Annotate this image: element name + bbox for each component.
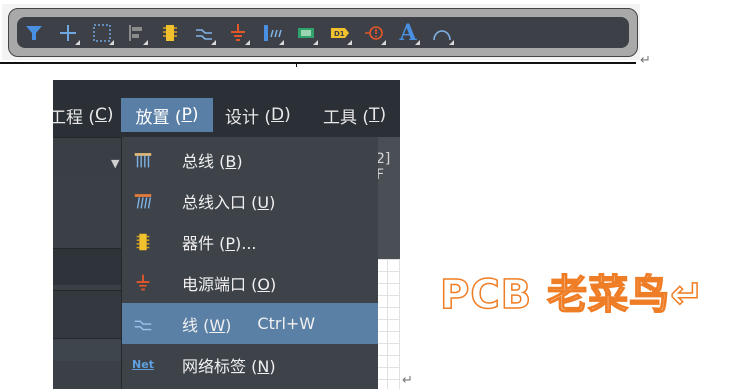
- menu-item-bus-entry[interactable]: 总线入口 (U): [122, 180, 378, 221]
- component-icon: [130, 229, 156, 255]
- power-port-button[interactable]: [221, 17, 255, 48]
- document-tab-strip: 2] F: [375, 137, 400, 389]
- toolbar-button-strip: D1 A: [17, 17, 629, 48]
- dropdown-corner-icon: [211, 40, 216, 45]
- filter-button[interactable]: [17, 17, 51, 48]
- text-button[interactable]: A: [391, 17, 425, 48]
- svg-text:D1: D1: [334, 30, 345, 38]
- panel-row: [53, 338, 123, 361]
- dropdown-corner-icon: [75, 40, 80, 45]
- component-icon: [163, 24, 177, 41]
- menu-item-shortcut: Ctrl+W: [257, 314, 316, 333]
- divider-line: [0, 62, 636, 64]
- menu-design-label: 设计 (: [225, 107, 272, 128]
- menu-item-bus[interactable]: 总线 (B): [122, 139, 378, 180]
- toolbar: D1 A: [8, 8, 638, 57]
- dropdown-corner-icon: [245, 40, 250, 45]
- document-tab[interactable]: 2] F: [376, 151, 400, 183]
- menu-design-key: D: [271, 105, 285, 125]
- menu-project-key: C: [95, 105, 107, 125]
- dropdown-corner-icon: [415, 40, 420, 45]
- arc-button[interactable]: [425, 17, 459, 48]
- net-label-icon: Net: [132, 358, 154, 371]
- bus-entry-icon: [130, 188, 156, 214]
- device-sheet-button[interactable]: D1: [323, 17, 357, 48]
- dropdown-corner-icon: [313, 40, 318, 45]
- menu-item-label: 线 (W): [182, 315, 232, 335]
- menu-item-label: 总线 (B): [182, 151, 243, 171]
- menu-place-key: P: [181, 105, 192, 125]
- place-menu-dropdown: 总线 (B) 总线入口 (U) 器件 (P)... 电源端口 (O) 线 (W): [121, 137, 378, 389]
- menu-item-part[interactable]: 器件 (P)...: [122, 221, 378, 262]
- menu-project-tail: ): [106, 105, 114, 125]
- menu-tools-key: T: [369, 105, 380, 125]
- menu-item-power-port[interactable]: 电源端口 (O): [122, 262, 378, 303]
- schematic-grid: [375, 259, 400, 389]
- sheet-symbol-button[interactable]: [289, 17, 323, 48]
- wire-button[interactable]: [187, 17, 221, 48]
- dropdown-corner-icon: [109, 40, 114, 45]
- directive-button[interactable]: [357, 17, 391, 48]
- toolbar-panel: D1 A: [2, 4, 640, 60]
- power-port-icon: [130, 270, 156, 296]
- text-icon: A: [399, 19, 417, 46]
- select-area-button[interactable]: [85, 17, 119, 48]
- menu-tools[interactable]: 工具 (T): [323, 98, 400, 132]
- dropdown-corner-icon: [143, 40, 148, 45]
- harness-button[interactable]: [255, 17, 289, 48]
- menu-tools-label: 工具 (: [323, 107, 370, 128]
- panel-row: [53, 290, 123, 339]
- menu-place[interactable]: 放置 (P): [121, 98, 213, 132]
- divider-tick: [296, 62, 297, 67]
- wire-icon: [130, 311, 156, 337]
- menu-item-net-label[interactable]: Net 网络标签 (N): [122, 344, 378, 385]
- watermark-text: PCB 老菜鸟↵: [439, 271, 705, 319]
- panel-row: [53, 248, 123, 285]
- menu-item-label: 总线入口 (U): [182, 192, 276, 212]
- menu-item-label: 器件 (P)...: [182, 233, 257, 253]
- menu-design[interactable]: 设计 (D): [225, 98, 305, 132]
- app-window: 工程 (C) 放置 (P) 设计 (D) 工具 (T) ▼ 2] F 总线 (B…: [53, 80, 400, 389]
- paragraph-mark: ↵: [640, 53, 651, 68]
- dropdown-corner-icon: [449, 40, 454, 45]
- component-button[interactable]: [153, 17, 187, 48]
- menu-place-label: 放置 (: [135, 107, 182, 128]
- bus-icon: [130, 147, 156, 173]
- menu-design-tail: ): [284, 105, 291, 125]
- dropdown-corner-icon: [279, 40, 284, 45]
- menu-project-label: 工程 (: [53, 107, 96, 128]
- align-button[interactable]: [119, 17, 153, 48]
- menu-item-label: 电源端口 (O): [182, 274, 277, 294]
- chevron-down-icon[interactable]: ▼: [111, 157, 119, 170]
- menu-item-label: 网络标签 (N): [182, 356, 276, 376]
- menu-bar: 工程 (C) 放置 (P) 设计 (D) 工具 (T): [53, 80, 400, 137]
- paragraph-mark: ↵: [402, 373, 413, 388]
- menu-project[interactable]: 工程 (C): [53, 98, 114, 132]
- menu-item-wire[interactable]: 线 (W) Ctrl+W: [122, 303, 378, 344]
- dropdown-corner-icon: [381, 40, 386, 45]
- menu-tools-tail: ): [379, 105, 387, 125]
- dropdown-corner-icon: [347, 40, 352, 45]
- menu-place-tail: ): [191, 105, 199, 125]
- filter-icon: [26, 25, 42, 40]
- crosshair-button[interactable]: [51, 17, 85, 48]
